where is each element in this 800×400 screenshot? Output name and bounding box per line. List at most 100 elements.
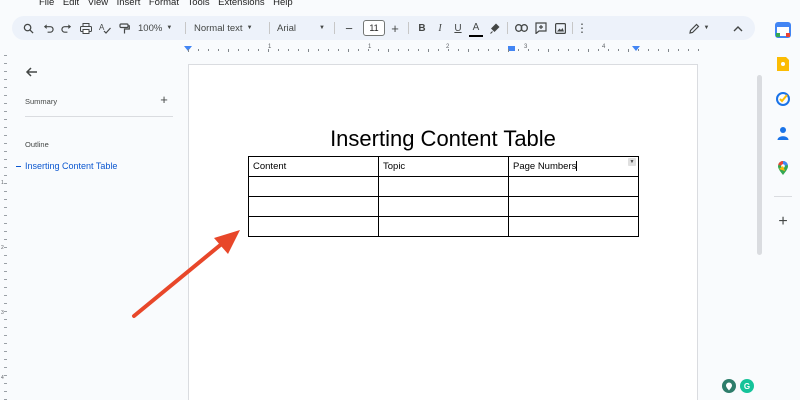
table-cell[interactable]: [378, 176, 509, 197]
style-select[interactable]: Normal text ▼: [194, 16, 264, 40]
document-title[interactable]: Inserting Content Table: [0, 126, 800, 152]
ruler-tick: [4, 391, 7, 392]
keep-icon: [777, 57, 789, 71]
cell-menu-button[interactable]: ▼: [628, 158, 636, 166]
menu-extensions[interactable]: Extensions: [218, 0, 264, 8]
table-cell[interactable]: Page Numbers: [508, 156, 639, 177]
ruler-tick: [238, 49, 239, 51]
ruler-tick: [4, 119, 7, 120]
search-menus-button[interactable]: [20, 16, 36, 40]
toolbar-divider: [572, 22, 573, 34]
ruler-tick: [428, 49, 429, 52]
menu-bar: File Edit View Insert Format Tools Exten…: [0, 0, 800, 10]
underline-button[interactable]: U: [451, 16, 465, 40]
location-pin-icon[interactable]: [722, 379, 736, 393]
add-summary-button[interactable]: +: [158, 93, 170, 107]
toolbar-divider: [408, 22, 409, 34]
print-button[interactable]: [78, 16, 94, 40]
decrease-font-size-button[interactable]: −: [342, 16, 356, 40]
table-cell[interactable]: [508, 196, 639, 217]
toolbar-divider: [507, 22, 508, 34]
table-cell[interactable]: [248, 196, 379, 217]
table-cell[interactable]: [508, 216, 639, 237]
ruler-tick: [288, 49, 289, 51]
close-outline-button[interactable]: [24, 64, 40, 80]
undo-button[interactable]: [40, 16, 56, 40]
ruler-tick: [468, 49, 469, 52]
table-row: Content Topic Page Numbers: [248, 156, 639, 177]
menu-view[interactable]: View: [88, 0, 108, 8]
outline-item[interactable]: Inserting Content Table: [16, 161, 117, 171]
ruler-tick: [4, 359, 7, 360]
ruler-tick: [4, 367, 7, 368]
italic-button[interactable]: I: [433, 16, 447, 40]
editing-mode-button[interactable]: ▼: [684, 16, 714, 40]
insert-image-button[interactable]: [552, 16, 568, 40]
chevron-down-icon: ▼: [703, 25, 710, 31]
contents-table[interactable]: Content Topic Page Numbers: [248, 156, 639, 237]
ruler-tick: [668, 49, 669, 52]
zoom-select[interactable]: 100% ▼: [138, 16, 180, 40]
increase-font-size-button[interactable]: +: [388, 16, 402, 40]
ruler-tick: [188, 49, 189, 52]
insert-link-button[interactable]: [513, 16, 529, 40]
table-cell[interactable]: [248, 216, 379, 237]
ruler-tick: [408, 49, 409, 51]
calendar-app-button[interactable]: [775, 22, 791, 38]
ruler-tick: [478, 49, 479, 51]
add-comment-button[interactable]: [533, 16, 549, 40]
hide-menus-button[interactable]: [731, 22, 745, 34]
outline-item-label: Inserting Content Table: [25, 161, 118, 171]
ruler-tick: [4, 207, 7, 208]
keep-app-button[interactable]: [775, 56, 791, 72]
ruler-tick: [4, 223, 7, 224]
table-cell[interactable]: Topic: [378, 156, 509, 177]
maps-app-button[interactable]: [775, 160, 791, 176]
horizontal-ruler[interactable]: 1 1 2 3 4: [184, 44, 699, 55]
table-cell[interactable]: [378, 196, 509, 217]
ruler-tick: [4, 319, 7, 320]
ruler-number: 3: [524, 44, 528, 50]
get-add-ons-button[interactable]: +: [776, 214, 790, 230]
menu-help[interactable]: Help: [273, 0, 293, 8]
calendar-icon: [775, 22, 791, 38]
menu-file[interactable]: File: [39, 0, 54, 8]
contacts-app-button[interactable]: [775, 125, 791, 141]
table-cell[interactable]: [248, 176, 379, 197]
side-panel-apps: +: [766, 0, 800, 400]
print-icon: [80, 22, 92, 34]
paint-format-button[interactable]: [116, 16, 132, 40]
spellcheck-button[interactable]: A: [97, 16, 113, 40]
ruler-tick: [588, 49, 589, 52]
zoom-value: 100%: [138, 22, 163, 34]
table-cell[interactable]: [378, 216, 509, 237]
text-color-button[interactable]: A: [469, 19, 483, 37]
maps-icon: [778, 161, 788, 175]
chevron-down-icon: ▼: [319, 25, 325, 31]
bold-button[interactable]: B: [415, 16, 429, 40]
more-options-button[interactable]: ⋮: [576, 16, 588, 40]
insert-image-icon: [554, 22, 566, 34]
link-icon: [514, 24, 528, 32]
table-cell[interactable]: Content: [248, 156, 379, 177]
ruler-tick: [4, 215, 7, 216]
menu-tools[interactable]: Tools: [187, 0, 209, 8]
menu-insert[interactable]: Insert: [117, 0, 141, 8]
menu-edit[interactable]: Edit: [63, 0, 79, 8]
menu-format[interactable]: Format: [149, 0, 179, 8]
font-size-input[interactable]: 11: [363, 20, 385, 36]
tasks-app-button[interactable]: [775, 91, 791, 107]
tab-stop-marker[interactable]: [508, 46, 515, 51]
divider: [25, 116, 173, 117]
ruler-tick: [4, 175, 7, 176]
highlight-color-button[interactable]: [488, 16, 502, 40]
grammarly-icon[interactable]: G: [740, 379, 754, 393]
table-row: [248, 176, 639, 197]
vertical-scrollbar[interactable]: [757, 75, 762, 255]
ruler-tick: [278, 49, 279, 51]
ruler-tick: [348, 49, 349, 52]
ruler-tick: [338, 49, 339, 51]
font-select[interactable]: Arial ▼: [277, 16, 327, 40]
redo-button[interactable]: [58, 16, 74, 40]
table-cell[interactable]: [508, 176, 639, 197]
